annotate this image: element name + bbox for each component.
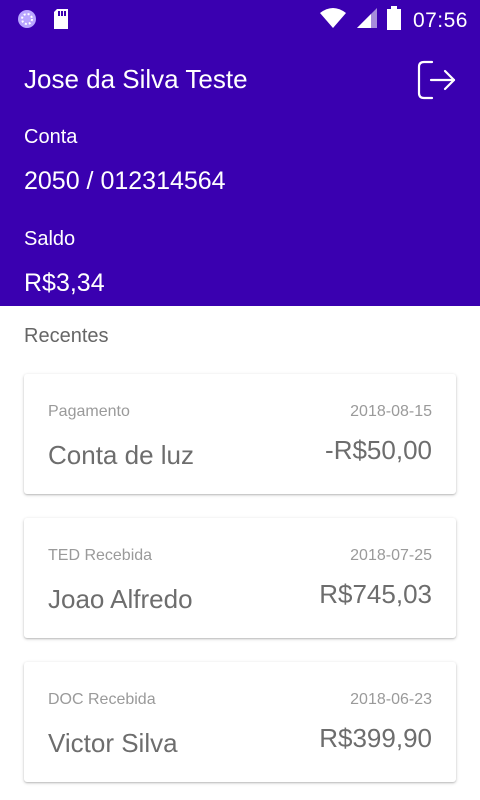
transaction-card[interactable]: Pagamento 2018-08-15 Conta de luz -R$50,… <box>24 374 456 494</box>
wifi-icon <box>319 7 347 34</box>
transaction-date: 2018-06-23 <box>350 691 432 708</box>
status-bar: 07:56 <box>0 0 480 36</box>
transaction-description: Victor Silva <box>48 728 178 758</box>
account-header: 07:56 Jose da Silva Teste Conta 2050 / 0… <box>0 0 480 306</box>
transaction-amount: R$399,90 <box>319 723 432 753</box>
balance-label: Saldo <box>24 228 76 250</box>
transaction-card[interactable]: TED Recebida 2018-07-25 Joao Alfredo R$7… <box>24 518 456 638</box>
logout-icon <box>417 60 456 100</box>
transaction-description: Conta de luz <box>48 440 194 470</box>
recent-section-title: Recentes <box>24 325 109 347</box>
transaction-amount: R$745,03 <box>319 579 432 609</box>
account-number: 2050 / 012314564 <box>24 167 226 195</box>
user-name: Jose da Silva Teste <box>24 64 248 94</box>
status-time: 07:56 <box>412 8 468 32</box>
transaction-type: TED Recebida <box>48 547 153 564</box>
transaction-card[interactable]: DOC Recebida 2018-06-23 Victor Silva R$3… <box>24 662 456 782</box>
signal-icon <box>355 7 379 34</box>
transaction-date: 2018-08-15 <box>350 403 432 420</box>
transaction-date: 2018-07-25 <box>350 547 432 564</box>
transaction-type: DOC Recebida <box>48 691 156 708</box>
transaction-amount: -R$50,00 <box>325 435 432 465</box>
transaction-description: Joao Alfredo <box>48 584 193 614</box>
sd-card-icon <box>52 8 70 35</box>
account-label: Conta <box>24 126 78 148</box>
balance-value: R$3,34 <box>24 269 105 297</box>
app-notification-icon <box>16 8 38 35</box>
battery-icon <box>386 6 401 35</box>
logout-button[interactable] <box>412 56 460 104</box>
transaction-type: Pagamento <box>48 403 130 420</box>
